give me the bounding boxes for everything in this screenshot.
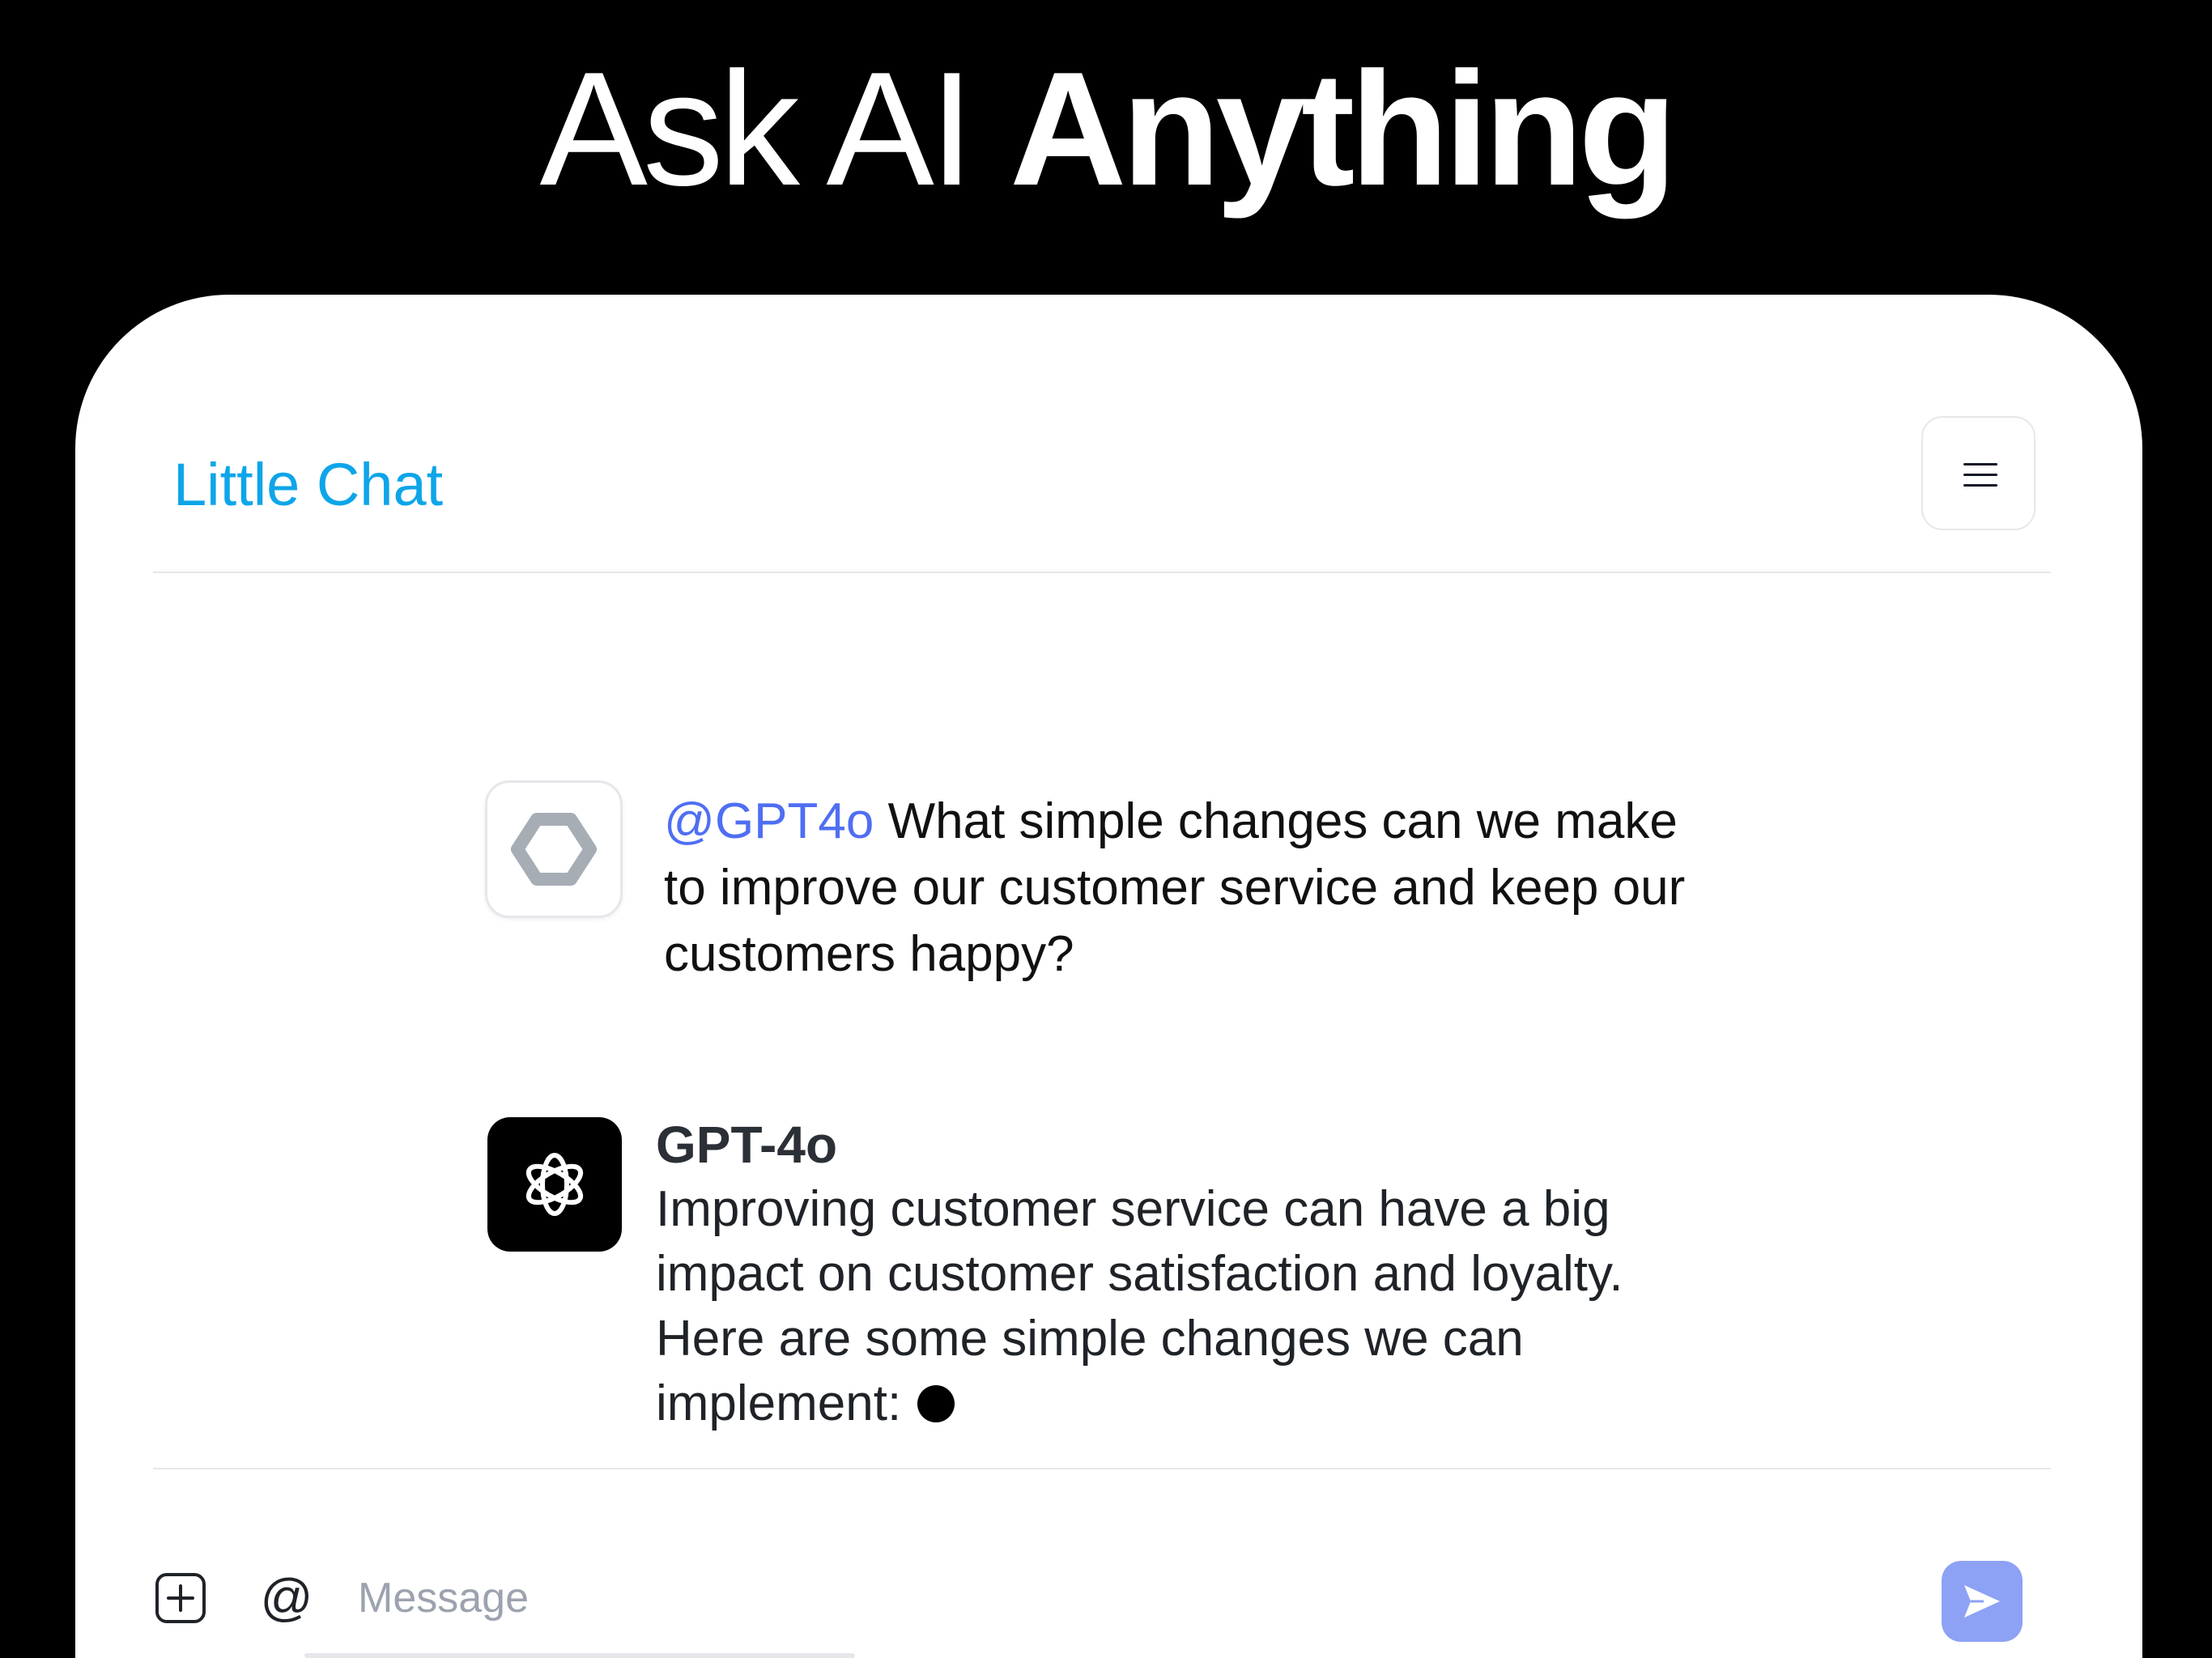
openai-logo-icon bbox=[525, 1153, 584, 1216]
app-title: Little Chat bbox=[173, 451, 444, 518]
assistant-name: GPT-4o bbox=[656, 1116, 838, 1174]
user-message-text: @GPT4o What simple changes can we make t… bbox=[664, 789, 1716, 988]
hero-title-light: Ask AI bbox=[539, 39, 975, 219]
mention-button[interactable]: @ bbox=[258, 1565, 315, 1630]
hamburger-menu-icon bbox=[1963, 460, 1997, 489]
plus-square-icon bbox=[155, 1573, 206, 1623]
assistant-message-body: Improving customer service can have a bi… bbox=[656, 1181, 1623, 1431]
menu-button[interactable] bbox=[1921, 416, 2035, 530]
tablet-screen: Little Chat @GPT4o What simple changes c… bbox=[75, 295, 2142, 1658]
app-showcase: Ask AI Anything Little Chat @GPT4o What … bbox=[0, 0, 2212, 1658]
typing-indicator bbox=[917, 1384, 955, 1422]
hero-title: Ask AI Anything bbox=[0, 32, 2212, 227]
attach-button[interactable] bbox=[153, 1571, 208, 1626]
assistant-avatar bbox=[487, 1117, 622, 1252]
assistant-message: GPT-4o Improving customer service can ha… bbox=[485, 1116, 1861, 1482]
app-header: Little Chat bbox=[153, 416, 2051, 532]
send-button[interactable] bbox=[1942, 1561, 2023, 1642]
hexagon-logo-icon bbox=[511, 813, 597, 886]
user-message: @GPT4o What simple changes can we make t… bbox=[485, 780, 1780, 991]
send-icon bbox=[1964, 1585, 2000, 1618]
header-divider bbox=[153, 572, 2051, 573]
mention-tag[interactable]: @GPT4o bbox=[664, 793, 874, 849]
message-input[interactable] bbox=[358, 1563, 1815, 1633]
message-composer: @ bbox=[153, 1469, 2051, 1658]
assistant-message-text: Improving customer service can have a bi… bbox=[656, 1177, 1733, 1436]
bottom-indicator bbox=[304, 1653, 855, 1658]
hero-title-bold: Anything bbox=[1009, 39, 1678, 219]
user-avatar bbox=[485, 780, 623, 918]
